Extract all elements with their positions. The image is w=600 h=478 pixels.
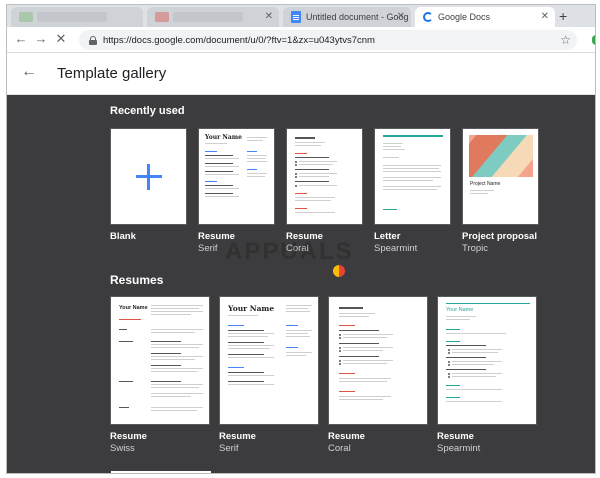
close-icon[interactable]: ✕: [265, 11, 273, 22]
template-card-blank[interactable]: [110, 128, 187, 225]
template-name: Resume: [110, 431, 147, 442]
template-name: Project proposal: [462, 231, 537, 242]
blurred-tab-title: [173, 12, 243, 22]
proposal-cover-art: [469, 135, 533, 177]
new-tab-button[interactable]: +: [559, 8, 567, 24]
tab-blurred-1[interactable]: [11, 7, 143, 27]
tab-label: Google Docs: [438, 12, 491, 22]
docs-icon: [291, 11, 301, 23]
template-style: Serif: [198, 243, 218, 254]
cursor-loading-icon: [333, 265, 345, 277]
close-icon[interactable]: ✕: [541, 11, 549, 22]
extension-icon[interactable]: [592, 35, 595, 45]
resume-serif-preview: Your Name: [220, 297, 318, 424]
next-row-card-edge: [111, 471, 211, 473]
template-style: Swiss: [110, 443, 135, 454]
blurred-tab-title: [37, 12, 107, 22]
template-style: Serif: [219, 443, 239, 454]
template-name: Blank: [110, 231, 136, 242]
template-card-resume-swiss[interactable]: Your Name: [110, 296, 210, 425]
page-title: Template gallery: [57, 65, 167, 82]
loading-spinner-icon: [423, 12, 433, 22]
resume-serif-preview: Your Name: [199, 129, 274, 224]
tab-blurred-2[interactable]: ✕: [147, 7, 279, 27]
letter-spearmint-preview: [375, 129, 450, 224]
browser-toolbar: ← → ✕ https://docs.google.com/document/u…: [7, 27, 595, 53]
template-card-resume-coral[interactable]: [328, 296, 428, 425]
close-icon[interactable]: ✕: [397, 11, 405, 22]
back-arrow-icon[interactable]: ←: [21, 63, 37, 81]
resume-coral-preview: [329, 297, 427, 424]
resume-swiss-preview: Your Name: [111, 297, 209, 424]
tab-untitled-document[interactable]: Untitled document - Goog ✕: [283, 7, 411, 27]
app-header: ← Template gallery: [7, 53, 595, 95]
template-style: Tropic: [462, 243, 489, 254]
template-card-resume-serif[interactable]: Your Name: [198, 128, 275, 225]
thumbnail-name: Project Name: [470, 181, 501, 187]
thumbnail-name: Your Name: [228, 304, 275, 313]
browser-window: ✕ Untitled document - Goog ✕ Google Docs…: [6, 4, 596, 474]
template-card-resume-coral[interactable]: [286, 128, 363, 225]
resume-coral-preview: [287, 129, 362, 224]
template-name: Letter: [374, 231, 401, 242]
forward-icon[interactable]: →: [33, 31, 49, 46]
tab-label: Untitled document - Goog: [306, 12, 409, 22]
stop-loading-icon[interactable]: ✕: [53, 31, 69, 47]
thumbnail-name: Your Name: [119, 305, 148, 311]
plus-icon: [135, 163, 162, 190]
bookmark-star-icon[interactable]: ☆: [560, 33, 571, 47]
blurred-favicon: [19, 12, 33, 22]
template-name: Resume: [437, 431, 474, 442]
thumbnail-name: Your Name: [446, 307, 474, 313]
section-title-resumes: Resumes: [110, 273, 164, 287]
address-bar[interactable]: https://docs.google.com/document/u/0/?ft…: [79, 30, 577, 50]
lock-icon: [89, 35, 97, 45]
template-card-resume-spearmint[interactable]: Your Name: [437, 296, 537, 425]
section-title-recently-used: Recently used: [110, 105, 185, 117]
template-name: Resume: [219, 431, 256, 442]
url-text: https://docs.google.com/document/u/0/?ft…: [103, 34, 375, 46]
template-gallery: Recently used Blank Your Name Resume Ser…: [7, 95, 595, 473]
template-style: Spearmint: [437, 443, 481, 454]
tab-strip: ✕ Untitled document - Goog ✕ Google Docs…: [7, 5, 595, 27]
watermark: APPUALS: [225, 238, 354, 265]
template-style: Spearmint: [374, 243, 418, 254]
template-card-letter-spearmint[interactable]: [374, 128, 451, 225]
resume-spearmint-preview: Your Name: [438, 297, 536, 424]
project-proposal-preview: Project Name: [463, 129, 538, 224]
template-name: Resume: [328, 431, 365, 442]
template-card-project-proposal-tropic[interactable]: Project Name: [462, 128, 539, 225]
thumbnail-name: Your Name: [205, 134, 242, 141]
template-card-resume-serif[interactable]: Your Name: [219, 296, 319, 425]
tab-google-docs[interactable]: Google Docs ✕: [415, 7, 555, 27]
back-icon[interactable]: ←: [13, 31, 29, 46]
blurred-favicon: [155, 12, 169, 22]
template-style: Coral: [328, 443, 351, 454]
